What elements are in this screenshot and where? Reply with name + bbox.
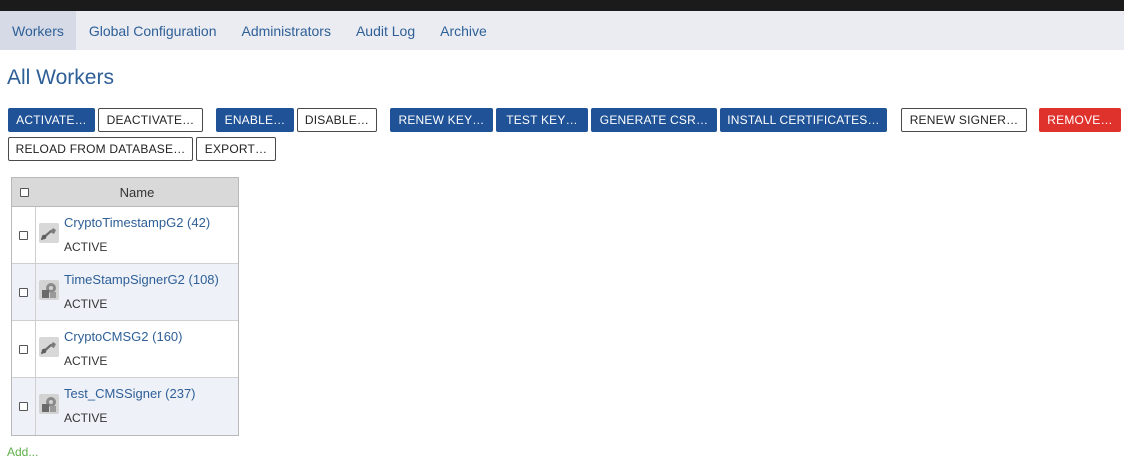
activate-button[interactable]: ACTIVATE… [8,108,95,132]
row-checkbox[interactable] [19,344,28,354]
deactivate-button[interactable]: DEACTIVATE… [98,108,203,132]
table-row[interactable]: TimeStampSignerG2 (108) ACTIVE [12,264,238,321]
top-bar [0,0,1124,11]
generate-csr-button[interactable]: GENERATE CSR… [591,108,717,132]
test-key-button[interactable]: TEST KEY… [496,108,588,132]
row-checkbox-cell [12,378,36,435]
row-content: TimeStampSignerG2 (108) ACTIVE [36,264,238,320]
row-checkbox[interactable] [19,230,28,240]
workers-table: Name CryptoTimestampG2 (42) ACTIVE TimeS… [11,177,239,436]
worker-link[interactable]: CryptoTimestampG2 (42) [64,215,210,230]
reload-from-database-button[interactable]: RELOAD FROM DATABASE… [8,137,193,161]
tab-administrators[interactable]: Administrators [230,11,343,50]
install-certificates-button[interactable]: INSTALL CERTIFICATES… [720,108,887,132]
worker-status: ACTIVE [64,240,108,254]
select-all-checkbox[interactable] [19,187,29,197]
table-row[interactable]: Test_CMSSigner (237) ACTIVE [12,378,238,435]
worker-link[interactable]: TimeStampSignerG2 (108) [64,272,219,287]
row-content: Test_CMSSigner (237) ACTIVE [36,378,238,435]
row-checkbox-cell [12,264,36,320]
enable-button[interactable]: ENABLE… [216,108,294,132]
tab-workers[interactable]: Workers [0,11,76,50]
export-button[interactable]: EXPORT… [196,137,276,161]
table-header: Name [12,178,238,207]
crypto-key-icon [39,337,59,357]
row-checkbox-cell [12,321,36,377]
add-worker-link[interactable]: Add... [7,445,38,459]
table-row[interactable]: CryptoCMSG2 (160) ACTIVE [12,321,238,378]
row-checkbox-cell [12,207,36,263]
worker-link[interactable]: CryptoCMSG2 (160) [64,329,182,344]
row-content: CryptoTimestampG2 (42) ACTIVE [36,207,238,263]
crypto-key-icon [39,223,59,243]
renew-key-button[interactable]: RENEW KEY… [390,108,493,132]
signer-gear-icon [39,394,59,414]
remove-button[interactable]: REMOVE… [1039,108,1121,132]
signer-gear-icon [39,280,59,300]
table-row[interactable]: CryptoTimestampG2 (42) ACTIVE [12,207,238,264]
page-title: All Workers [7,66,114,89]
renew-signer-button[interactable]: RENEW SIGNER… [901,108,1027,132]
row-content: CryptoCMSG2 (160) ACTIVE [36,321,238,377]
column-header-name[interactable]: Name [36,185,238,200]
tab-archive[interactable]: Archive [428,11,499,50]
row-checkbox[interactable] [19,402,28,411]
worker-status: ACTIVE [64,411,108,425]
worker-status: ACTIVE [64,354,108,368]
worker-status: ACTIVE [64,297,108,311]
worker-link[interactable]: Test_CMSSigner (237) [64,386,196,401]
tab-audit-log[interactable]: Audit Log [344,11,427,50]
row-checkbox[interactable] [19,287,28,297]
select-all-cell [12,178,36,206]
tab-global-configuration[interactable]: Global Configuration [77,11,229,50]
main-nav: Workers Global Configuration Administrat… [0,11,1124,50]
disable-button[interactable]: DISABLE… [297,108,377,132]
